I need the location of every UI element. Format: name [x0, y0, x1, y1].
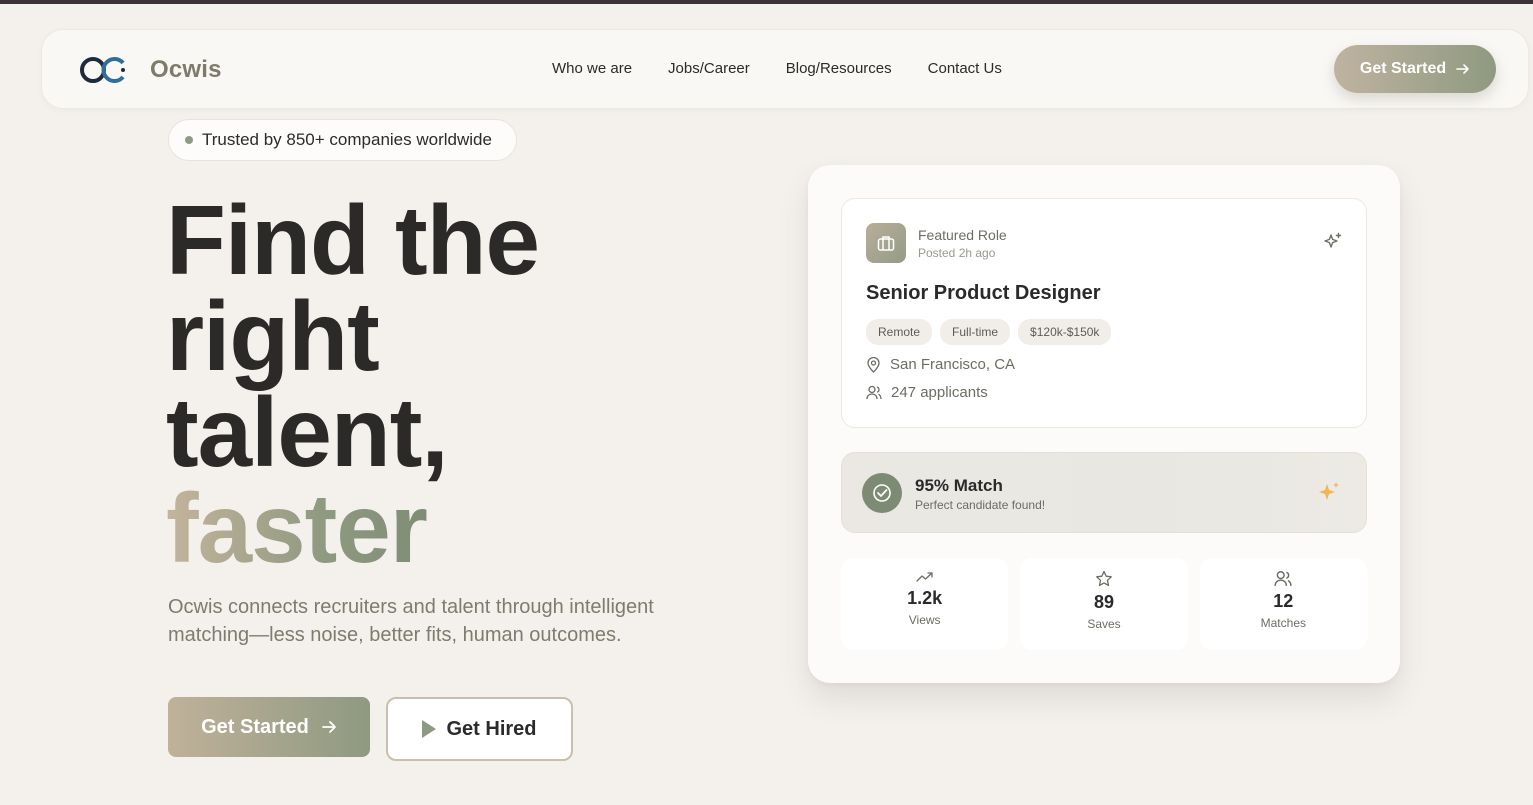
applicants-text: 247 applicants	[891, 384, 988, 401]
stat-saves: 89 Saves	[1020, 558, 1188, 650]
hero-headline: Find the right talent, faster	[166, 185, 540, 577]
arrow-right-icon	[1456, 64, 1469, 74]
brand-name: Ocwis	[150, 56, 222, 83]
stat-matches: 12 Matches	[1199, 558, 1367, 650]
users-icon	[866, 385, 882, 400]
stat-saves-label: Saves	[1087, 617, 1121, 631]
headline-line-1: Find the	[166, 185, 540, 295]
trending-up-icon	[916, 572, 933, 582]
match-banner: 95% Match Perfect candidate found!	[841, 452, 1367, 533]
arrow-right-icon	[322, 721, 336, 733]
sparkles-icon	[1319, 482, 1339, 500]
check-circle-icon	[862, 473, 902, 513]
users-icon	[1274, 571, 1292, 586]
match-title: 95% Match	[915, 476, 1003, 495]
chip-full-time: Full-time	[940, 319, 1011, 345]
stat-matches-value: 12	[1273, 591, 1294, 611]
nav-get-started-label: Get Started	[1359, 60, 1447, 77]
briefcase-icon	[866, 223, 906, 263]
nav-link-contact-us[interactable]: Contact Us	[928, 60, 1002, 77]
role-applicants: 247 applicants	[866, 384, 988, 401]
get-hired-label: Get Hired	[446, 717, 537, 740]
match-subtitle: Perfect candidate found!	[915, 498, 1046, 512]
stat-saves-value: 89	[1093, 592, 1114, 612]
logo-icon	[80, 57, 125, 83]
role-location: San Francisco, CA	[866, 356, 1015, 373]
featured-job-card: Featured Role Posted 2h ago Senior Produ…	[808, 165, 1400, 683]
stats-row: 1.2k Views 89 Saves 12 Matches	[841, 558, 1367, 650]
stat-views: 1.2k Views	[841, 558, 1009, 650]
headline-accent: faster	[166, 473, 428, 583]
role-tag: Featured Role	[918, 227, 1007, 243]
location-text: San Francisco, CA	[890, 356, 1016, 373]
get-hired-button[interactable]: Get Hired	[386, 697, 573, 761]
role-chips: Remote Full-time $120k-$150k	[866, 319, 1112, 345]
nav-get-started-button[interactable]: Get Started	[1334, 45, 1496, 93]
headline-line-2: right	[166, 281, 380, 391]
hero-get-started-button[interactable]: Get Started	[168, 697, 370, 757]
navbar: Ocwis Who we are Jobs/Career Blog/Resour…	[41, 29, 1529, 109]
sparkles-icon[interactable]	[1322, 231, 1344, 253]
headline-line-3: talent,	[166, 377, 449, 487]
hero-get-started-label: Get Started	[201, 715, 309, 738]
map-pin-icon	[867, 356, 880, 373]
nav-links: Who we are Jobs/Career Blog/Resources Co…	[552, 60, 1038, 77]
star-icon	[1096, 570, 1112, 587]
stat-matches-label: Matches	[1260, 616, 1306, 630]
play-icon	[422, 720, 437, 738]
nav-link-blog-resources[interactable]: Blog/Resources	[786, 60, 892, 77]
trust-badge-text: Trusted by 850+ companies worldwide	[202, 130, 492, 149]
nav-link-who-we-are[interactable]: Who we are	[552, 60, 632, 77]
trust-badge: Trusted by 850+ companies worldwide	[168, 119, 517, 161]
chip-remote: Remote	[866, 319, 933, 345]
stat-views-label: Views	[908, 613, 941, 627]
nav-link-jobs-career[interactable]: Jobs/Career	[668, 60, 750, 77]
chip-salary: $120k-$150k	[1018, 319, 1112, 345]
hero-subtitle: Ocwis connects recruiters and talent thr…	[168, 596, 654, 646]
logo[interactable]: Ocwis	[78, 50, 222, 90]
window-top-border	[0, 0, 1533, 4]
featured-role-panel[interactable]: Featured Role Posted 2h ago Senior Produ…	[841, 198, 1367, 428]
stat-views-value: 1.2k	[907, 588, 943, 608]
status-dot-icon	[185, 136, 193, 144]
posted-time: Posted 2h ago	[918, 246, 996, 260]
role-title: Senior Product Designer	[866, 282, 1101, 304]
